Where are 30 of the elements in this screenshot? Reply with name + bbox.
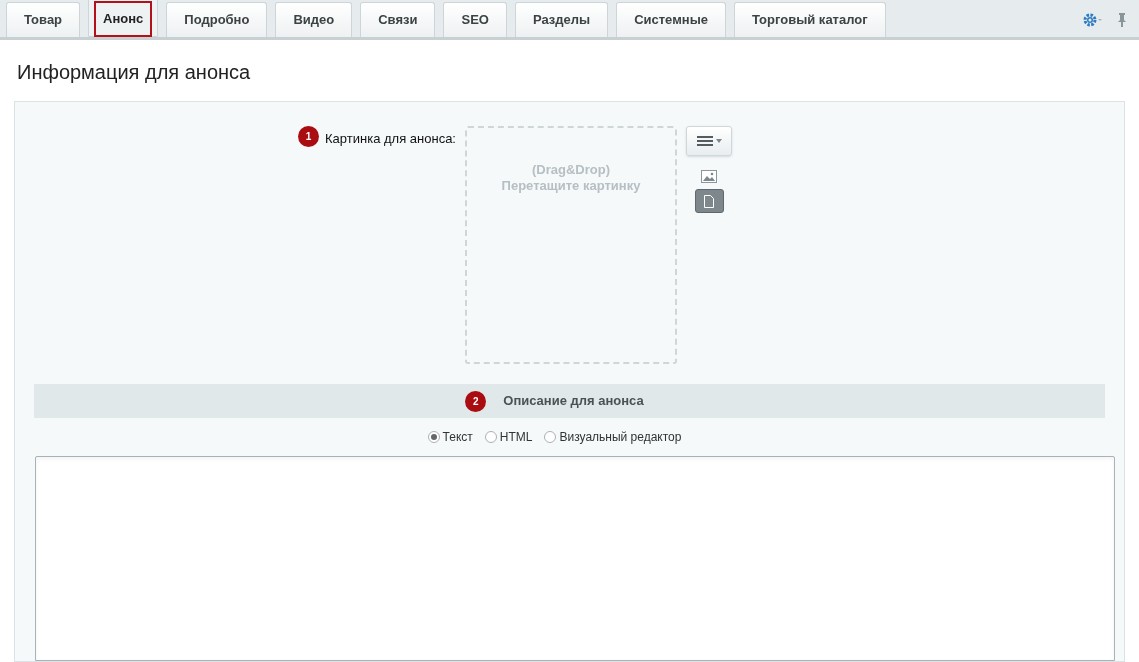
radio-button[interactable] — [544, 431, 557, 443]
radio-option[interactable]: HTML — [484, 428, 533, 446]
tab[interactable]: Видео — [275, 2, 353, 37]
step-badge: 2 — [465, 390, 487, 412]
radio-option[interactable]: Текст — [427, 428, 473, 446]
caret-icon — [715, 139, 722, 143]
tab[interactable]: Торговый каталог — [734, 2, 886, 37]
tab[interactable]: Подробно — [166, 2, 268, 37]
drop-hint: (Drag&Drop) — [532, 162, 610, 178]
file-button[interactable] — [694, 189, 724, 213]
step-badge: 1 — [298, 126, 320, 147]
settings-icon[interactable] — [1083, 12, 1103, 27]
pin-icon[interactable] — [1117, 11, 1127, 28]
drop-hint: Перетащите картинку — [501, 178, 641, 194]
tab[interactable]: Системные — [616, 2, 726, 37]
tab[interactable]: Разделы — [514, 2, 609, 37]
tab[interactable]: Связи — [360, 2, 436, 37]
tab[interactable]: Анонс — [88, 0, 159, 37]
radio-option[interactable]: Визуальный редактор — [544, 428, 682, 446]
section-heading: Информация для анонса — [16, 60, 252, 85]
menu-icon — [696, 136, 713, 146]
radio-button[interactable] — [484, 431, 497, 443]
tab[interactable]: Товар — [6, 2, 81, 37]
tab[interactable]: SEO — [443, 2, 507, 37]
section-title: Описание для анонса — [503, 392, 644, 411]
field-label: Картинка для анонса: — [325, 130, 456, 148]
document-icon — [704, 194, 714, 208]
radio-button[interactable] — [427, 431, 440, 443]
image-icon[interactable] — [701, 170, 717, 183]
menu-button[interactable] — [686, 126, 732, 156]
